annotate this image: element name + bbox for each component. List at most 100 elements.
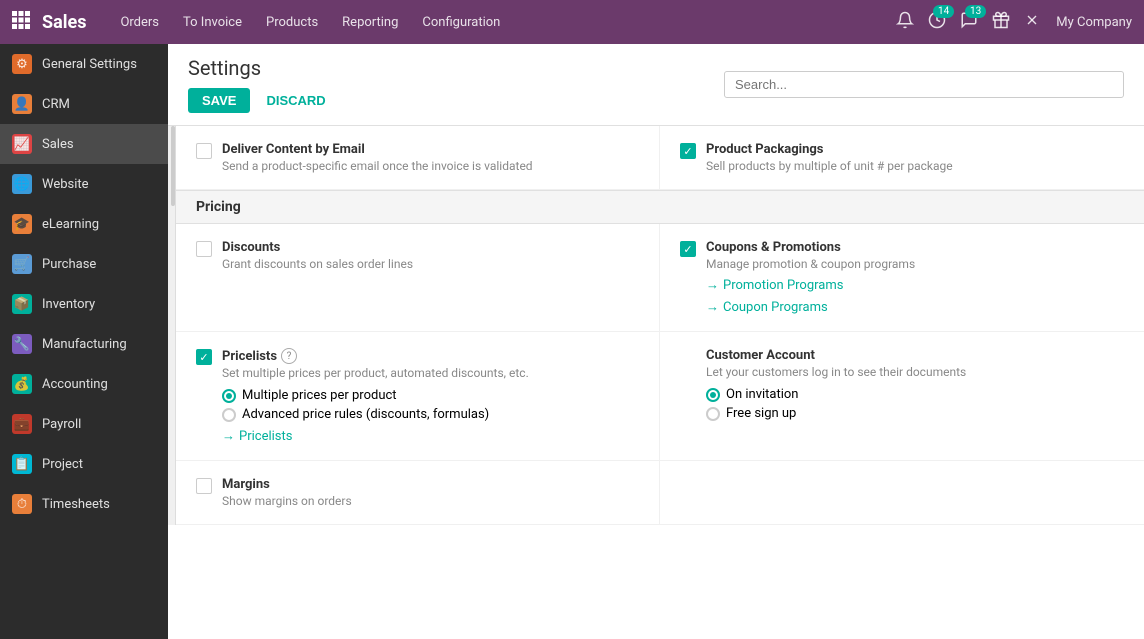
radio-on-invitation-btn[interactable] [706, 388, 720, 402]
sidebar-item-timesheets[interactable]: ⏱ Timesheets [0, 484, 168, 524]
notifications-bell-icon[interactable] [896, 11, 914, 33]
sidebar-item-manufacturing[interactable]: 🔧 Manufacturing [0, 324, 168, 364]
timesheets-icon: ⏱ [12, 494, 32, 514]
main-layout: ⚙ General Settings 👤 CRM 📈 Sales 🌐 Websi… [0, 44, 1144, 639]
radio-advanced-price[interactable]: Advanced price rules (discounts, formula… [222, 407, 639, 422]
pricelists-radio-group: Multiple prices per product Advanced pri… [222, 388, 639, 422]
menu-reporting[interactable]: Reporting [332, 9, 408, 36]
setting-customer-account: Customer Account Let your customers log … [660, 332, 1144, 461]
radio-free-signup-btn[interactable] [706, 407, 720, 421]
radio-advanced-price-btn[interactable] [222, 408, 236, 422]
sidebar-item-label: General Settings [42, 57, 137, 72]
setting-pricelists: ✓ Pricelists ? Set multiple prices per p… [176, 332, 660, 461]
product-packagings-title: Product Packagings [706, 142, 953, 157]
deliver-content-desc: Send a product-specific email once the i… [222, 159, 533, 173]
sidebar-item-purchase[interactable]: 🛒 Purchase [0, 244, 168, 284]
page-header: Settings SAVE DISCARD [188, 56, 334, 113]
apps-grid-icon[interactable] [12, 11, 30, 33]
inventory-icon: 📦 [12, 294, 32, 314]
customer-account-title: Customer Account [706, 348, 1124, 363]
close-icon[interactable] [1024, 12, 1040, 32]
activities-icon[interactable]: 14 [928, 11, 946, 33]
sidebar-item-label: CRM [42, 97, 70, 112]
setting-coupons-promotions: ✓ Coupons & Promotions Manage promotion … [660, 224, 1144, 332]
sidebar-item-label: Payroll [42, 417, 81, 432]
crm-icon: 👤 [12, 94, 32, 114]
website-icon: 🌐 [12, 174, 32, 194]
product-packagings-checkbox[interactable]: ✓ [680, 143, 696, 159]
pricelists-desc: Set multiple prices per product, automat… [222, 366, 639, 380]
promotion-programs-link[interactable]: → Promotion Programs [706, 277, 1124, 293]
menu-to-invoice[interactable]: To Invoice [173, 9, 252, 36]
sidebar-item-label: Inventory [42, 297, 95, 312]
coupons-desc: Manage promotion & coupon programs [706, 257, 1124, 271]
margins-desc: Show margins on orders [222, 494, 352, 508]
pricelists-link[interactable]: → Pricelists [222, 428, 639, 444]
setting-discounts: Discounts Grant discounts on sales order… [176, 224, 660, 332]
radio-free-signup-label: Free sign up [726, 406, 796, 421]
empty-cell [660, 461, 1144, 525]
search-input[interactable] [724, 71, 1124, 98]
sidebar-item-label: Sales [42, 137, 74, 152]
sidebar-item-accounting[interactable]: 💰 Accounting [0, 364, 168, 404]
top-navbar: Sales Orders To Invoice Products Reporti… [0, 0, 1144, 44]
messages-icon[interactable]: 13 [960, 11, 978, 33]
sales-icon: 📈 [12, 134, 32, 154]
sidebar-item-label: Manufacturing [42, 337, 127, 352]
main-content: Settings SAVE DISCARD [168, 44, 1144, 639]
discounts-title: Discounts [222, 240, 413, 255]
discounts-checkbox[interactable] [196, 241, 212, 257]
radio-multiple-prices[interactable]: Multiple prices per product [222, 388, 639, 403]
elearning-icon: 🎓 [12, 214, 32, 234]
sidebar-item-sales[interactable]: 📈 Sales [0, 124, 168, 164]
activities-badge: 14 [933, 5, 954, 18]
company-name[interactable]: My Company [1056, 15, 1132, 30]
sidebar-item-inventory[interactable]: 📦 Inventory [0, 284, 168, 324]
pricing-grid: Discounts Grant discounts on sales order… [176, 224, 1144, 525]
radio-on-invitation[interactable]: On invitation [706, 387, 1124, 402]
sidebar-item-label: Accounting [42, 377, 108, 392]
menu-configuration[interactable]: Configuration [412, 9, 510, 36]
deliver-content-title: Deliver Content by Email [222, 142, 533, 157]
pricing-section-header: Pricing [176, 190, 1144, 224]
sidebar: ⚙ General Settings 👤 CRM 📈 Sales 🌐 Websi… [0, 44, 168, 639]
brand-logo[interactable]: Sales [42, 12, 86, 33]
gift-icon[interactable] [992, 11, 1010, 33]
setting-deliver-content: Deliver Content by Email Send a product-… [176, 126, 660, 190]
pre-pricing-grid: Deliver Content by Email Send a product-… [176, 126, 1144, 190]
coupons-checkbox[interactable]: ✓ [680, 241, 696, 257]
page-title: Settings [188, 56, 334, 80]
sidebar-item-elearning[interactable]: 🎓 eLearning [0, 204, 168, 244]
radio-free-signup[interactable]: Free sign up [706, 406, 1124, 421]
sidebar-item-payroll[interactable]: 💼 Payroll [0, 404, 168, 444]
sidebar-item-label: Timesheets [42, 497, 110, 512]
coupon-programs-link[interactable]: → Coupon Programs [706, 299, 1124, 315]
customer-account-desc: Let your customers log in to see their d… [706, 365, 1124, 379]
coupons-title: Coupons & Promotions [706, 240, 1124, 255]
save-button[interactable]: SAVE [188, 88, 250, 113]
messages-badge: 13 [965, 5, 986, 18]
sidebar-item-label: Project [42, 457, 83, 472]
setting-product-packagings: ✓ Product Packagings Sell products by mu… [660, 126, 1144, 190]
pricelists-title: Pricelists [222, 349, 277, 364]
pricelists-checkbox[interactable]: ✓ [196, 349, 212, 365]
radio-multiple-prices-btn[interactable] [222, 389, 236, 403]
sidebar-item-label: eLearning [42, 217, 99, 232]
menu-orders[interactable]: Orders [110, 9, 169, 36]
pricelists-help-icon[interactable]: ? [281, 348, 297, 364]
general-settings-icon: ⚙ [12, 54, 32, 74]
sidebar-item-general-settings[interactable]: ⚙ General Settings [0, 44, 168, 84]
sidebar-item-website[interactable]: 🌐 Website [0, 164, 168, 204]
top-menu: Orders To Invoice Products Reporting Con… [110, 9, 896, 36]
radio-on-invitation-label: On invitation [726, 387, 798, 402]
margins-title: Margins [222, 477, 352, 492]
menu-products[interactable]: Products [256, 9, 328, 36]
deliver-content-checkbox[interactable] [196, 143, 212, 159]
discard-button[interactable]: DISCARD [258, 88, 333, 113]
sidebar-item-crm[interactable]: 👤 CRM [0, 84, 168, 124]
margins-checkbox[interactable] [196, 478, 212, 494]
search-wrapper [724, 71, 1124, 98]
customer-account-radio-group: On invitation Free sign up [706, 387, 1124, 421]
product-packagings-desc: Sell products by multiple of unit # per … [706, 159, 953, 173]
sidebar-item-project[interactable]: 📋 Project [0, 444, 168, 484]
